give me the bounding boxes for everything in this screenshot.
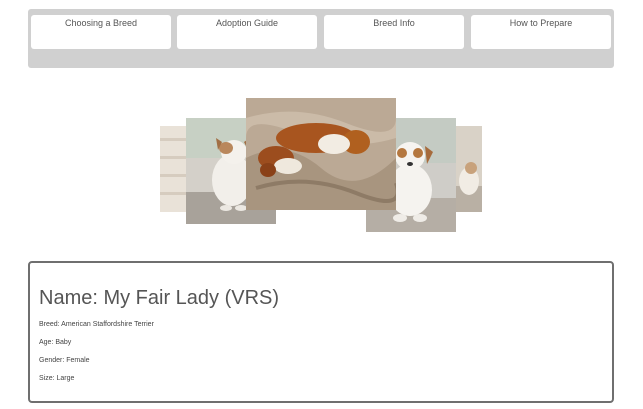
puppy-photo	[455, 126, 482, 212]
pet-name-heading: Name: My Fair Lady (VRS)	[39, 287, 280, 309]
pet-detail-card: Name: My Fair Lady (VRS) Breed: American…	[28, 261, 614, 403]
carousel-slide-far-left[interactable]	[160, 126, 188, 212]
carousel-slide-center[interactable]	[246, 98, 396, 210]
photo-carousel[interactable]	[0, 0, 643, 250]
pet-breed: Breed: American Staffordshire Terrier	[39, 321, 154, 328]
carousel-slide-far-right[interactable]	[455, 126, 482, 212]
fence-photo	[160, 126, 188, 212]
pet-gender: Gender: Female	[39, 357, 90, 364]
puppies-photo	[246, 98, 396, 210]
pet-age: Age: Baby	[39, 339, 72, 346]
pet-size: Size: Large	[39, 375, 75, 382]
